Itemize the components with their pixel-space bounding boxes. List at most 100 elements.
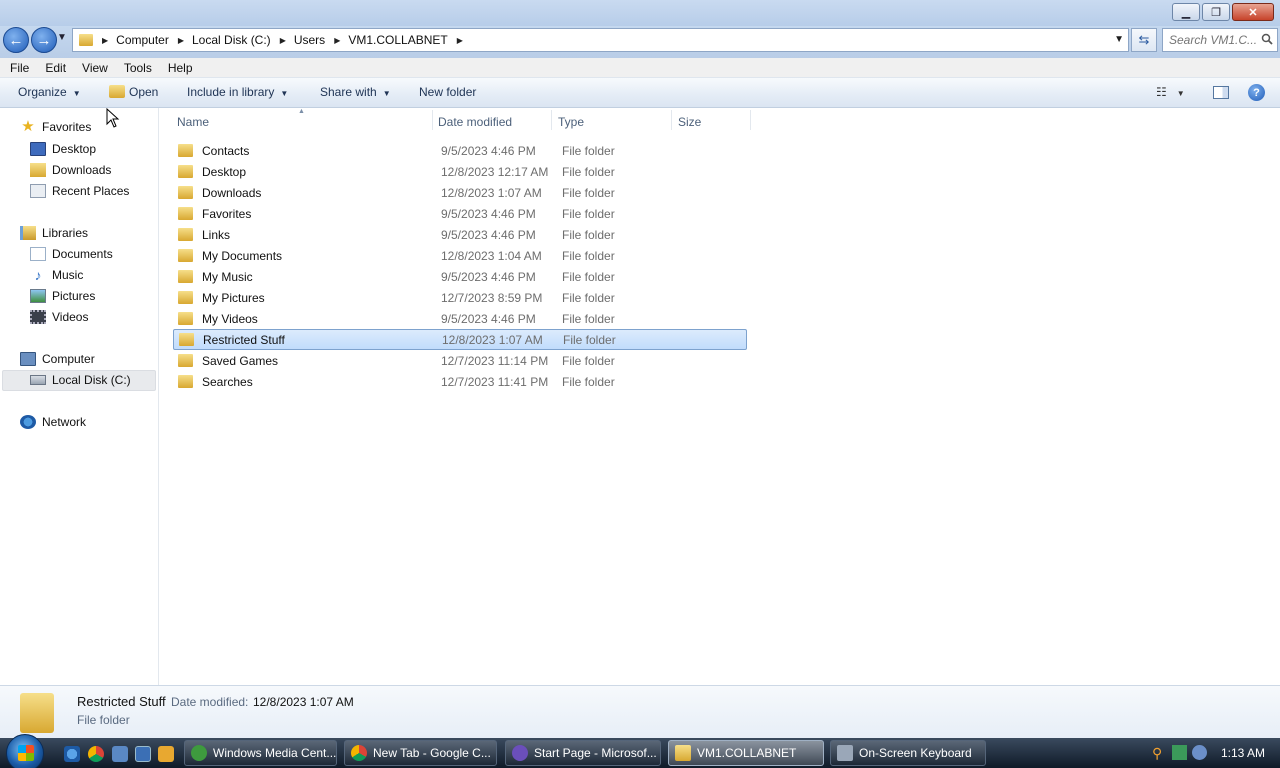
media-player-icon[interactable] [158,746,174,762]
details-file-type: File folder [77,713,130,727]
breadcrumb-vm1-collabnet[interactable]: VM1.COLLABNET [348,33,447,47]
nav-downloads[interactable]: Downloads [30,163,111,177]
address-bar[interactable]: ▶ Computer ▶ Local Disk (C:) ▶ Users ▶ V… [72,28,1129,52]
column-divider[interactable] [750,110,751,130]
file-name: Saved Games [202,353,279,368]
file-date: 9/5/2023 4:46 PM [441,269,536,284]
file-row[interactable]: My Pictures 12/7/2023 8:59 PM File folde… [173,287,747,308]
breadcrumb-computer[interactable]: Computer [116,33,169,47]
help-button[interactable]: ? [1248,84,1265,101]
sort-ascending-icon: ▲ [298,108,305,115]
nav-computer[interactable]: Computer [20,352,95,366]
switch-windows-icon[interactable] [135,746,151,762]
file-type: File folder [562,248,615,263]
nav-music[interactable]: ♪ Music [30,267,84,283]
column-header-size[interactable]: Size [678,115,701,129]
nav-documents[interactable]: Documents [30,247,113,261]
close-button[interactable]: ✕ [1232,3,1274,21]
breadcrumb-arrow-icon[interactable]: ▶ [102,36,108,45]
menu-edit[interactable]: Edit [37,61,74,75]
file-row[interactable]: Contacts 9/5/2023 4:46 PM File folder [173,140,747,161]
taskbar: Windows Media Cent... New Tab - Google C… [0,734,1280,768]
recent-pages-dropdown[interactable]: ▼ [57,32,67,43]
include-in-library-button[interactable]: Include in library ▼ [187,85,288,99]
chrome-icon[interactable] [88,746,104,762]
star-icon: ★ [21,118,35,135]
task-vm1-collabnet[interactable]: VM1.COLLABNET [668,740,824,766]
file-row[interactable]: Downloads 12/8/2023 1:07 AM File folder [173,182,747,203]
nav-local-disk[interactable]: Local Disk (C:) [30,373,131,387]
breadcrumb-arrow-icon[interactable]: ▶ [280,36,286,45]
maximize-button[interactable]: ❐ [1202,3,1230,21]
breadcrumb-local-disk[interactable]: Local Disk (C:) [192,33,271,47]
nav-desktop[interactable]: Desktop [30,142,96,156]
nav-videos[interactable]: Videos [30,310,88,324]
nav-pictures[interactable]: Pictures [30,289,95,303]
file-row[interactable]: My Documents 12/8/2023 1:04 AM File fold… [173,245,747,266]
column-header-type[interactable]: Type [558,115,584,129]
folder-icon [178,228,193,241]
internet-explorer-icon[interactable] [64,746,80,762]
task-start-page[interactable]: Start Page - Microsof... [505,740,661,766]
breadcrumb-users[interactable]: Users [294,33,325,47]
menu-help[interactable]: Help [160,61,201,75]
task-windows-media-center[interactable]: Windows Media Cent... [184,740,337,766]
back-button[interactable]: ← [3,27,29,53]
file-row[interactable]: Saved Games 12/7/2023 11:14 PM File fold… [173,350,747,371]
action-center-icon[interactable] [1192,745,1207,760]
minimize-button[interactable]: ▁ [1172,3,1200,21]
media-center-icon [191,745,207,761]
music-note-icon: ♪ [34,267,42,283]
network-status-icon[interactable] [1172,745,1187,760]
nav-network[interactable]: Network [20,415,86,429]
task-google-chrome[interactable]: New Tab - Google C... [344,740,497,766]
column-divider[interactable] [671,110,672,130]
menu-tools[interactable]: Tools [116,61,160,75]
breadcrumb-arrow-icon[interactable]: ▶ [178,36,184,45]
task-on-screen-keyboard[interactable]: On-Screen Keyboard [830,740,986,766]
file-date: 12/8/2023 12:17 AM [441,164,549,179]
search-icon[interactable]: ⚲ [1152,745,1167,761]
column-divider[interactable] [432,110,433,130]
column-header-name[interactable]: Name [177,115,209,129]
new-folder-button[interactable]: New folder [419,85,476,99]
forward-button[interactable]: → [31,27,57,53]
nav-favorites[interactable]: ★ Favorites [20,118,91,135]
file-row[interactable]: Links 9/5/2023 4:46 PM File folder [173,224,747,245]
preview-pane-button[interactable] [1213,86,1229,99]
nav-recent-places[interactable]: Recent Places [30,184,129,198]
file-row[interactable]: Favorites 9/5/2023 4:46 PM File folder [173,203,747,224]
clock[interactable]: 1:13 AM [1221,746,1265,760]
menu-file[interactable]: File [0,61,37,75]
nav-label: Recent Places [52,184,130,198]
details-pane: Restricted Stuff Date modified: 12/8/202… [0,685,1280,738]
menu-view[interactable]: View [74,61,116,75]
breadcrumb-arrow-icon[interactable]: ▶ [457,36,463,45]
file-row-selected[interactable]: Restricted Stuff 12/8/2023 1:07 AM File … [173,329,747,350]
organize-button[interactable]: Organize ▼ [18,85,81,99]
hard-disk-icon [30,375,46,385]
breadcrumb-arrow-icon[interactable]: ▶ [334,36,340,45]
share-with-button[interactable]: Share with ▼ [320,85,391,99]
folder-icon [675,745,691,761]
file-row[interactable]: Desktop 12/8/2023 12:17 AM File folder [173,161,747,182]
file-date: 9/5/2023 4:46 PM [441,227,536,242]
nav-libraries[interactable]: Libraries [20,226,88,240]
file-row[interactable]: My Music 9/5/2023 4:46 PM File folder [173,266,747,287]
search-icon[interactable] [1261,33,1273,45]
change-view-button[interactable]: ☷ ▼ [1156,85,1185,99]
task-label: New Tab - Google C... [373,746,491,760]
file-date: 9/5/2023 4:46 PM [441,311,536,326]
file-name: Contacts [202,143,250,158]
column-divider[interactable] [551,110,552,130]
column-header-date-modified[interactable]: Date modified [438,115,512,129]
show-desktop-icon[interactable] [112,746,128,762]
start-button[interactable] [6,734,44,768]
open-button[interactable]: Open [109,85,158,99]
address-dropdown-icon[interactable]: ▼ [1114,34,1124,45]
file-row[interactable]: My Videos 9/5/2023 4:46 PM File folder [173,308,747,329]
refresh-button[interactable]: ⇆ [1131,28,1157,52]
search-input[interactable] [1169,33,1257,47]
search-box[interactable] [1162,28,1278,52]
file-row[interactable]: Searches 12/7/2023 11:41 PM File folder [173,371,747,392]
